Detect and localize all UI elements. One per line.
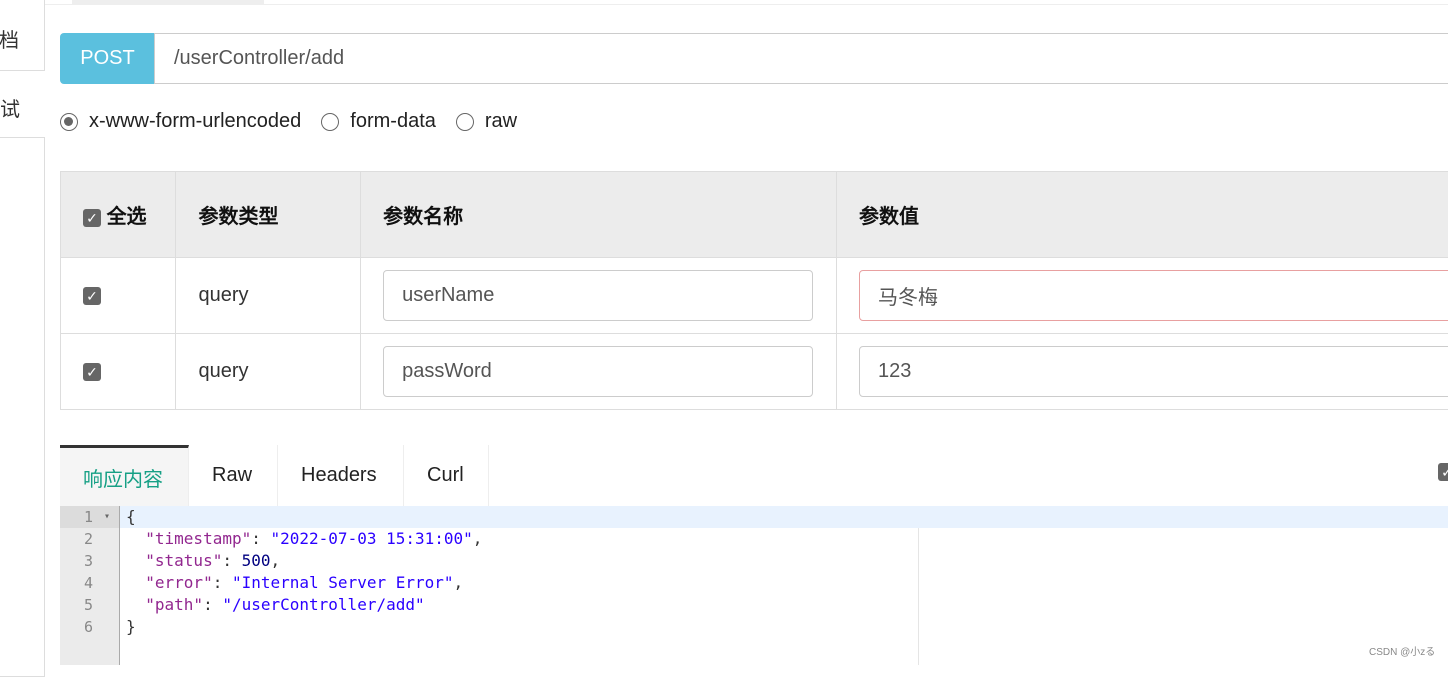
fold-arrow-icon[interactable]: ▾: [104, 506, 110, 528]
line-number: 2: [60, 528, 119, 550]
params-table: ✓ 全选 参数类型 参数名称 参数值 ✓ query userName 马冬梅 …: [60, 171, 1448, 410]
json-punct: ,: [271, 551, 281, 570]
line-number: 5: [60, 594, 119, 616]
sidebar-panel: [0, 137, 45, 677]
header-name: 参数名称: [361, 172, 837, 258]
tab-raw[interactable]: Raw: [189, 445, 278, 506]
code-line: "timestamp": "2022-07-03 15:31:00",: [126, 528, 482, 550]
radio-label: x-www-form-urlencoded: [89, 110, 301, 133]
table-header: ✓ 全选 参数类型 参数名称 参数值: [61, 172, 1448, 258]
code-area: { "timestamp": "2022-07-03 15:31:00", "s…: [126, 506, 482, 638]
tab-curl[interactable]: Curl: [404, 445, 489, 506]
sidebar-label: 试: [0, 99, 20, 121]
select-all-checkbox[interactable]: ✓: [83, 209, 101, 227]
json-punct: ,: [454, 573, 464, 592]
param-type: query: [176, 258, 361, 334]
sidebar-item-test[interactable]: 试: [0, 93, 20, 122]
radio-label: raw: [485, 110, 517, 133]
body-type-group: x-www-form-urlencoded form-data raw: [60, 110, 537, 133]
divider: [45, 4, 1448, 5]
param-value-input[interactable]: 123: [859, 346, 1448, 397]
param-type: query: [176, 334, 361, 410]
line-number: 4: [60, 572, 119, 594]
row-checkbox[interactable]: ✓: [83, 287, 101, 305]
json-key: "error": [145, 573, 212, 592]
response-editor[interactable]: 1 ▾23456 { "timestamp": "2022-07-03 15:3…: [60, 506, 1448, 665]
radio-urlencoded[interactable]: x-www-form-urlencoded: [60, 110, 301, 133]
option-checkbox[interactable]: ✓: [1438, 463, 1448, 481]
json-key: "status": [145, 551, 222, 570]
line-gutter: 1 ▾23456: [60, 506, 120, 665]
param-name-input[interactable]: passWord: [383, 346, 813, 397]
tab-response-content[interactable]: 响应内容: [60, 445, 189, 506]
json-punct: ,: [473, 529, 483, 548]
select-all-label: 全选: [107, 206, 147, 228]
code-line: {: [126, 506, 482, 528]
json-value: "Internal Server Error": [232, 573, 454, 592]
method-button[interactable]: POST: [60, 33, 155, 84]
sidebar-label: 档: [0, 24, 19, 53]
radio-icon[interactable]: [321, 113, 339, 131]
line-number: 3: [60, 550, 119, 572]
radio-label: form-data: [350, 110, 436, 133]
header-value: 参数值: [837, 172, 1448, 258]
header-type: 参数类型: [176, 172, 361, 258]
json-key: "path": [145, 595, 203, 614]
json-key: "timestamp": [145, 529, 251, 548]
url-input[interactable]: /userController/add: [154, 33, 1448, 84]
code-line: "error": "Internal Server Error",: [126, 572, 482, 594]
radio-icon[interactable]: [456, 113, 474, 131]
tab-headers[interactable]: Headers: [278, 445, 404, 506]
table-row: ✓ query passWord 123: [61, 334, 1448, 410]
json-value: "/userController/add": [222, 595, 424, 614]
radio-form-data[interactable]: form-data: [321, 110, 436, 133]
code-line: }: [126, 616, 482, 638]
code-line: "status": 500,: [126, 550, 482, 572]
sidebar-item-docs[interactable]: 档: [0, 0, 45, 71]
param-value-input[interactable]: 马冬梅: [859, 270, 1448, 321]
line-number: 1 ▾: [60, 506, 119, 528]
radio-selected-icon[interactable]: [60, 113, 78, 131]
row-checkbox[interactable]: ✓: [83, 363, 101, 381]
response-tabs: 响应内容 Raw Headers Curl: [60, 445, 489, 506]
print-margin: [918, 528, 919, 665]
param-name-input[interactable]: userName: [383, 270, 813, 321]
json-value: 500: [242, 551, 271, 570]
watermark: CSDN @小zる: [1369, 643, 1435, 658]
table-row: ✓ query userName 马冬梅: [61, 258, 1448, 334]
radio-raw[interactable]: raw: [456, 110, 517, 133]
line-number: 6: [60, 616, 119, 638]
json-value: "2022-07-03 15:31:00": [271, 529, 473, 548]
code-line: "path": "/userController/add": [126, 594, 482, 616]
